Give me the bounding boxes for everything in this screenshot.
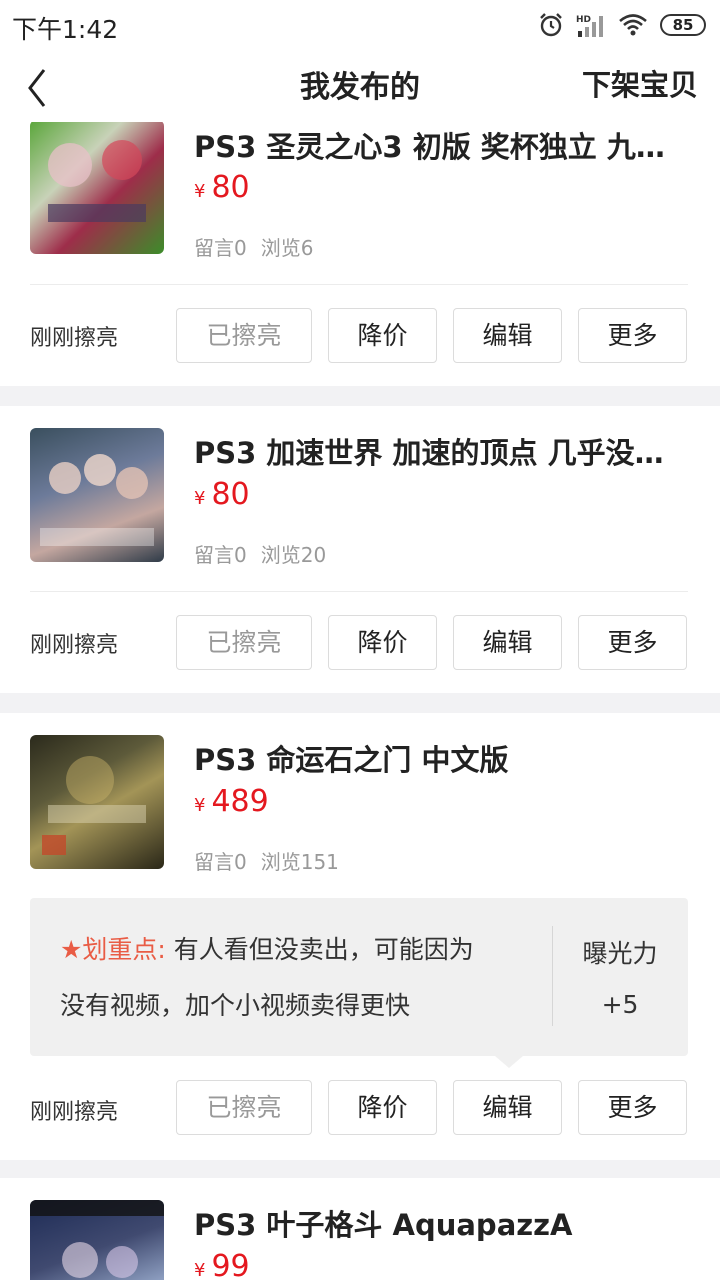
- top-nav-bar: 我发布的 下架宝贝: [0, 50, 720, 122]
- item-status: 刚刚擦亮: [30, 1100, 119, 1125]
- cover-art-image: [48, 140, 146, 222]
- reduce-price-button[interactable]: 降价: [328, 1080, 437, 1135]
- polished-button[interactable]: 已擦亮: [176, 308, 312, 363]
- status-bar: 下午1:42 HD 85: [0, 0, 720, 50]
- product-thumbnail[interactable]: [30, 735, 164, 869]
- price-value: 99: [211, 1249, 250, 1280]
- price-value: 80: [211, 477, 250, 512]
- item-stats: 留言0 浏览20: [194, 539, 340, 568]
- tip-line-2: 没有视频，加个小视频卖得更快: [60, 991, 411, 1020]
- edit-button[interactable]: 编辑: [453, 615, 562, 670]
- divider: [30, 284, 688, 285]
- published-items-list: PS3 圣灵之心3 初版 奖杯独立 九… ¥80 留言0 浏览6 刚刚擦亮 已擦亮…: [0, 122, 720, 1280]
- item-title[interactable]: PS3 圣灵之心3 初版 奖杯独立 九…: [194, 124, 684, 166]
- price-value: 80: [211, 170, 250, 205]
- alarm-icon: [540, 13, 562, 37]
- currency-symbol: ¥: [194, 795, 206, 816]
- exposure-label: 曝光力: [582, 939, 658, 968]
- comment-count: 留言0: [194, 236, 247, 260]
- reduce-price-button[interactable]: 降价: [328, 308, 437, 363]
- wifi-icon: [619, 14, 647, 36]
- item-price: ¥80: [194, 170, 250, 205]
- item-status: 刚刚擦亮: [30, 633, 119, 658]
- edit-button[interactable]: 编辑: [453, 1080, 562, 1135]
- item-status: 刚刚擦亮: [30, 326, 119, 351]
- tip-text: ★划重点: 有人看但没卖出，可能因为 没有视频，加个小视频卖得更快: [60, 922, 530, 1034]
- status-time: 下午1:42: [12, 15, 119, 44]
- product-thumbnail[interactable]: [30, 428, 164, 562]
- comment-count: 留言0: [194, 850, 247, 874]
- price-value: 489: [211, 784, 269, 819]
- edit-button[interactable]: 编辑: [453, 308, 562, 363]
- more-button[interactable]: 更多: [578, 1080, 687, 1135]
- comment-count: 留言0: [194, 543, 247, 567]
- view-count: 浏览151: [260, 850, 339, 874]
- cover-art-image: [42, 756, 146, 855]
- currency-symbol: ¥: [194, 488, 206, 509]
- cover-art-image: [30, 1200, 164, 1278]
- status-icons: HD 85: [538, 12, 706, 38]
- item-title[interactable]: PS3 命运石之门 中文版: [194, 737, 684, 779]
- signal-hd-label: HD: [576, 15, 591, 25]
- list-item[interactable]: PS3 命运石之门 中文版 ¥489 留言0 浏览151 ★划重点: 有人看但没卖…: [0, 713, 720, 1160]
- item-price: ¥99: [194, 1249, 250, 1280]
- list-item[interactable]: PS3 叶子格斗 AquapazzA ¥99: [0, 1178, 720, 1280]
- divider: [30, 591, 688, 592]
- unlist-items-button[interactable]: 下架宝贝: [582, 62, 698, 104]
- signal-icon: HD: [576, 15, 603, 37]
- item-title[interactable]: PS3 加速世界 加速的顶点 几乎没…: [194, 430, 684, 472]
- item-stats: 留言0 浏览6: [194, 232, 327, 261]
- tip-divider: [552, 926, 553, 1026]
- polished-button[interactable]: 已擦亮: [176, 615, 312, 670]
- currency-symbol: ¥: [194, 1260, 206, 1280]
- view-count: 浏览20: [260, 543, 327, 567]
- battery-indicator: 85: [660, 14, 706, 36]
- product-thumbnail[interactable]: [30, 122, 164, 254]
- item-price: ¥489: [194, 784, 269, 819]
- item-price: ¥80: [194, 477, 250, 512]
- item-stats: 留言0 浏览151: [194, 846, 353, 875]
- more-button[interactable]: 更多: [578, 615, 687, 670]
- tip-pointer: [495, 1056, 523, 1068]
- exposure-value: +5: [601, 990, 639, 1019]
- cover-art-image: [40, 454, 154, 546]
- product-thumbnail[interactable]: [30, 1200, 164, 1280]
- item-title[interactable]: PS3 叶子格斗 AquapazzA: [194, 1202, 684, 1244]
- tip-line-1: 有人看但没卖出，可能因为: [165, 935, 474, 964]
- list-item[interactable]: PS3 加速世界 加速的顶点 几乎没… ¥80 留言0 浏览20 刚刚擦亮 已擦亮…: [0, 406, 720, 693]
- polished-button[interactable]: 已擦亮: [176, 1080, 312, 1135]
- reduce-price-button[interactable]: 降价: [328, 615, 437, 670]
- tip-banner[interactable]: ★划重点: 有人看但没卖出，可能因为 没有视频，加个小视频卖得更快 曝光力 +5: [30, 898, 688, 1068]
- more-button[interactable]: 更多: [578, 308, 687, 363]
- list-item[interactable]: PS3 圣灵之心3 初版 奖杯独立 九… ¥80 留言0 浏览6 刚刚擦亮 已擦亮…: [0, 122, 720, 386]
- tip-highlight: ★划重点:: [60, 935, 166, 964]
- view-count: 浏览6: [260, 236, 314, 260]
- currency-symbol: ¥: [194, 181, 206, 202]
